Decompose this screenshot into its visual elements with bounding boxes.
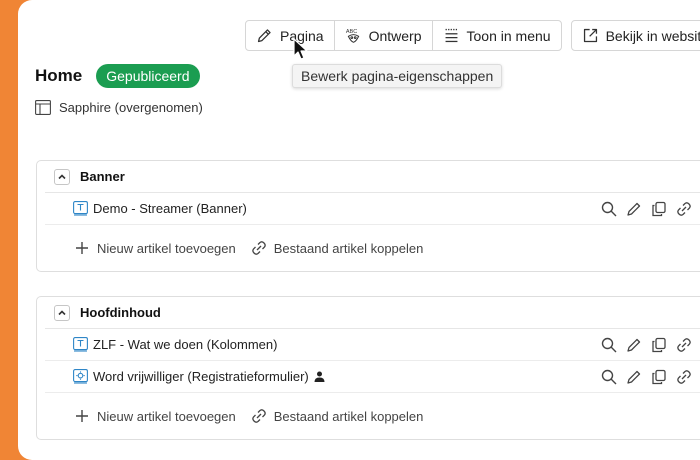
text-block-icon — [73, 201, 88, 216]
search-icon[interactable] — [601, 337, 617, 353]
link-existing-article-label: Bestaand artikel koppelen — [273, 408, 424, 424]
link-existing-article-label: Bestaand artikel koppelen — [273, 240, 424, 256]
link-icon — [251, 409, 266, 423]
item-actions — [601, 201, 700, 217]
search-icon[interactable] — [601, 201, 617, 217]
item-actions — [601, 337, 700, 353]
item-label: ZLF - Wat we doen (Kolommen) — [93, 337, 278, 352]
pencil-icon[interactable] — [626, 369, 642, 385]
collapse-button[interactable] — [54, 168, 70, 185]
add-new-article-button[interactable]: Nieuw artikel toevoegen — [75, 409, 236, 424]
add-new-article-button[interactable]: Nieuw artikel toevoegen — [75, 241, 236, 256]
plus-icon — [76, 242, 88, 254]
list-item[interactable]: ZLF - Wat we doen (Kolommen) — [45, 329, 700, 361]
chevron-up-icon — [58, 173, 66, 179]
pencil-icon[interactable] — [626, 201, 642, 217]
template-name: Sapphire (overgenomen) — [59, 100, 203, 115]
view-in-website-button[interactable]: Bekijk in website — [570, 20, 700, 51]
link-existing-article-button[interactable]: Bestaand artikel koppelen — [251, 408, 424, 424]
section-title: Banner — [80, 169, 125, 184]
add-new-article-label: Nieuw artikel toevoegen — [97, 408, 236, 424]
section-banner: Banner Demo - Streamer (Banner) Nieuw ar… — [36, 160, 700, 272]
link-icon — [251, 241, 266, 255]
unlink-icon[interactable] — [676, 337, 692, 353]
plus-icon — [76, 410, 88, 422]
mouse-pointer-icon — [293, 38, 308, 60]
person-icon — [314, 371, 325, 382]
external-link-icon — [583, 28, 597, 43]
item-label: Demo - Streamer (Banner) — [93, 201, 247, 216]
show-in-menu-label: Toon in menu — [466, 27, 551, 44]
section-header: Banner — [45, 161, 700, 193]
template-info: Sapphire (overgenomen) — [35, 100, 203, 115]
view-in-website-label: Bekijk in website — [605, 27, 700, 44]
pencil-icon[interactable] — [626, 337, 642, 353]
layout-template-icon — [35, 100, 51, 115]
section-footer: Nieuw artikel toevoegen Bestaand artikel… — [37, 393, 700, 439]
abc-design-icon: ABC — [345, 29, 359, 43]
show-in-menu-button[interactable]: Toon in menu — [433, 21, 561, 50]
section-title: Hoofdinhoud — [80, 305, 161, 320]
item-label: Word vrijwilliger (Registratieformulier) — [93, 369, 309, 384]
unlink-icon[interactable] — [676, 201, 692, 217]
chevron-up-icon — [58, 309, 66, 315]
list-item[interactable]: Word vrijwilliger (Registratieformulier) — [45, 361, 700, 393]
page-toolbar: Pagina ABC Ontwerp Toon in menu Bekijk i… — [245, 20, 700, 51]
list-item[interactable]: Demo - Streamer (Banner) — [45, 193, 700, 225]
section-footer: Nieuw artikel toevoegen Bestaand artikel… — [37, 225, 700, 271]
menu-lines-icon — [445, 28, 457, 43]
section-header: Hoofdinhoud — [45, 297, 700, 329]
search-icon[interactable] — [601, 369, 617, 385]
design-label: Ontwerp — [368, 27, 422, 44]
section-main-content: Hoofdinhoud ZLF - Wat we doen (Kolommen) — [36, 296, 700, 440]
text-block-icon — [73, 337, 88, 352]
item-actions — [601, 369, 700, 385]
form-icon — [73, 369, 88, 384]
app-frame: Pagina ABC Ontwerp Toon in menu Bekijk i… — [18, 0, 700, 460]
edit-page-button[interactable]: Pagina — [246, 21, 335, 50]
page-header: Home Gepubliceerd — [35, 64, 200, 88]
collapse-button[interactable] — [54, 304, 70, 321]
pencil-icon — [257, 29, 271, 43]
status-badge: Gepubliceerd — [96, 64, 200, 88]
copy-icon[interactable] — [651, 201, 667, 217]
copy-icon[interactable] — [651, 369, 667, 385]
link-existing-article-button[interactable]: Bestaand artikel koppelen — [251, 240, 424, 256]
unlink-icon[interactable] — [676, 369, 692, 385]
svg-text:ABC: ABC — [345, 29, 356, 35]
design-button[interactable]: ABC Ontwerp — [335, 21, 433, 50]
copy-icon[interactable] — [651, 337, 667, 353]
add-new-article-label: Nieuw artikel toevoegen — [97, 240, 236, 256]
page-title: Home — [35, 66, 83, 85]
edit-page-tooltip: Bewerk pagina-eigenschappen — [292, 64, 503, 88]
